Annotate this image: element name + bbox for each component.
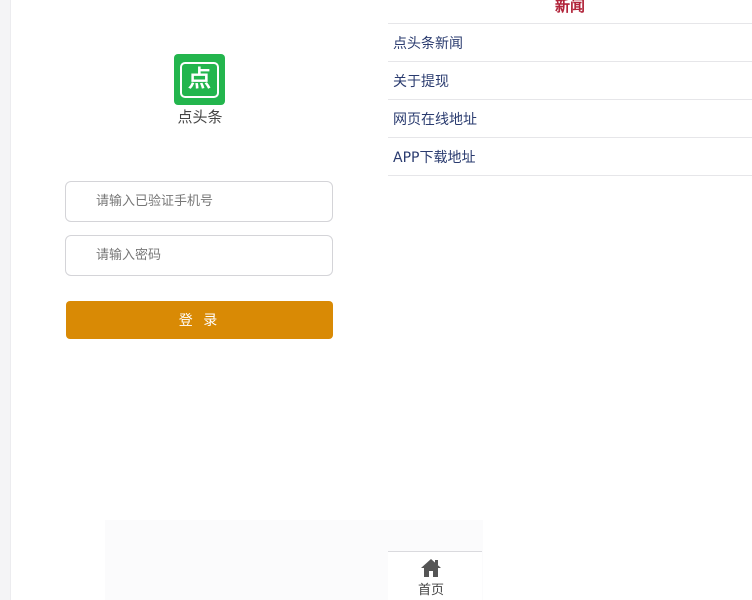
password-input[interactable] — [66, 236, 332, 275]
news-list: 点头条新闻 关于提现 网页在线地址 APP下载地址 — [388, 23, 752, 176]
left-edge-strip — [0, 0, 11, 600]
tab-home[interactable]: 首页 — [388, 558, 474, 598]
app-page: 点 点头条 登 录 新闻 点头条新闻 关于提现 网页在线地址 APP下载地址 首… — [0, 0, 752, 600]
phone-field[interactable] — [65, 181, 333, 222]
tab-home-label: 首页 — [417, 583, 444, 598]
password-field[interactable] — [65, 235, 333, 276]
app-logo: 点 — [174, 54, 225, 105]
tab-bar: 首页 — [388, 551, 482, 600]
home-icon — [420, 558, 442, 578]
app-name: 点头条 — [177, 108, 223, 126]
phone-input[interactable] — [66, 182, 332, 221]
news-item-withdrawal[interactable]: 关于提现 — [388, 62, 752, 100]
news-item-headline[interactable]: 点头条新闻 — [388, 24, 752, 62]
login-button[interactable]: 登 录 — [66, 301, 333, 339]
news-item-app-download[interactable]: APP下载地址 — [388, 138, 752, 176]
app-logo-mark: 点 — [180, 61, 219, 98]
news-title: 新闻 — [554, 0, 585, 15]
news-item-web-address[interactable]: 网页在线地址 — [388, 100, 752, 138]
